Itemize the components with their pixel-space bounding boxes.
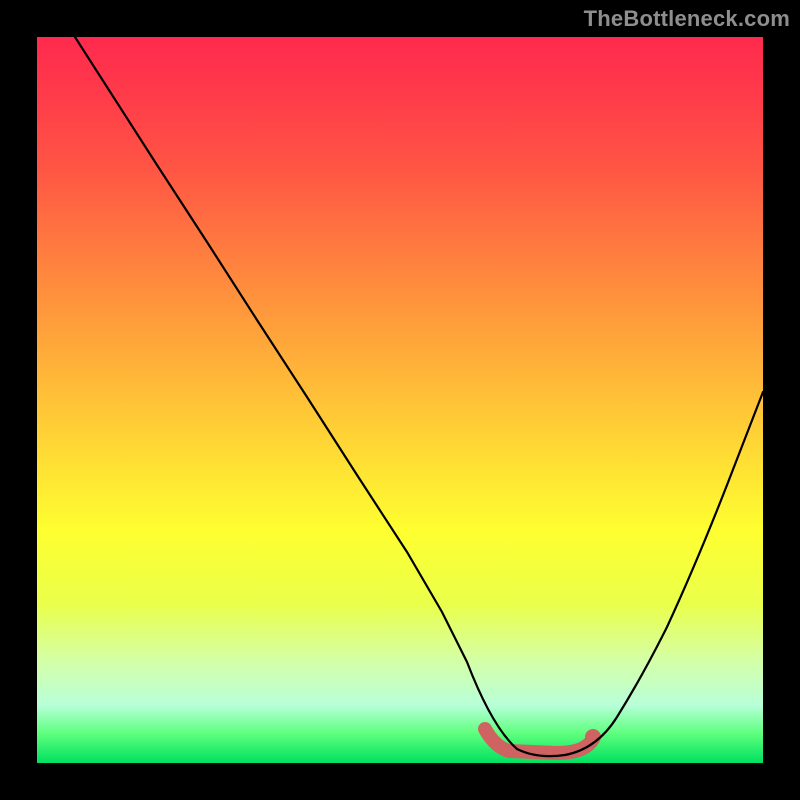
bottleneck-curve-svg <box>37 37 763 763</box>
curve-left-arm <box>75 37 565 756</box>
plot-area <box>37 37 763 763</box>
curve-right-arm <box>565 392 763 755</box>
watermark-text: TheBottleneck.com <box>584 6 790 32</box>
chart-frame: TheBottleneck.com <box>0 0 800 800</box>
